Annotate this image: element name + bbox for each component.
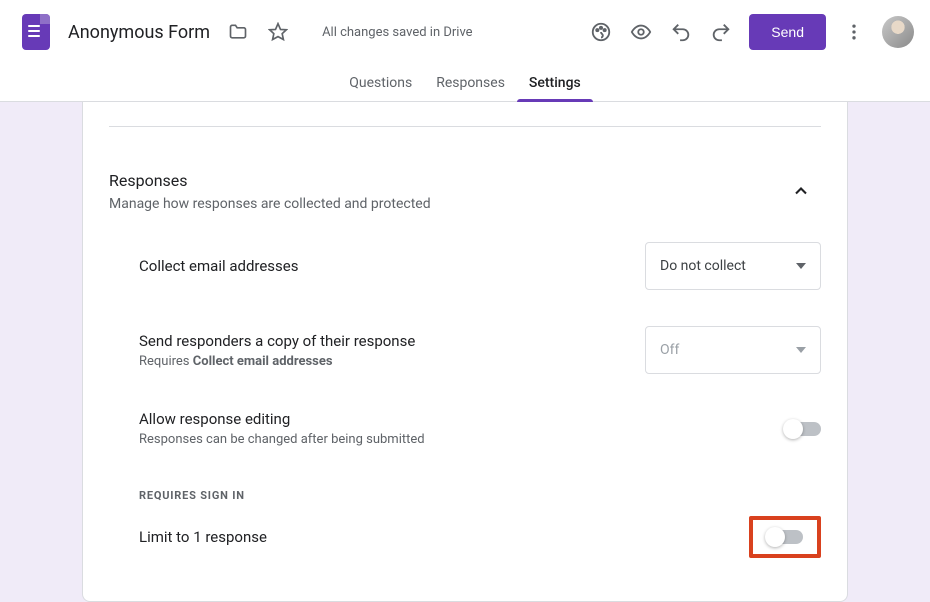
row-allow-editing: Allow response editing Responses can be …: [109, 392, 821, 465]
star-icon[interactable]: [258, 12, 298, 52]
send-button[interactable]: Send: [749, 14, 826, 50]
redo-icon[interactable]: [701, 12, 741, 52]
row-collect-email: Collect email addresses Do not collect: [109, 224, 821, 308]
forms-logo[interactable]: [16, 12, 56, 52]
tutorial-highlight-box: [749, 516, 821, 558]
send-copy-select-value: Off: [660, 342, 679, 358]
send-copy-sub-prefix: Requires: [139, 354, 193, 369]
section-desc: Manage how responses are collected and p…: [109, 196, 781, 212]
collect-email-select-value: Do not collect: [660, 258, 746, 274]
responses-section-header: Responses Manage how responses are colle…: [109, 127, 821, 224]
tab-responses[interactable]: Responses: [424, 75, 517, 101]
undo-icon[interactable]: [661, 12, 701, 52]
collect-email-label: Collect email addresses: [139, 257, 625, 275]
collect-email-select[interactable]: Do not collect: [645, 242, 821, 290]
account-avatar[interactable]: [882, 16, 914, 48]
send-copy-label: Send responders a copy of their response: [139, 332, 625, 350]
caret-down-icon: [796, 347, 806, 353]
preview-icon[interactable]: [621, 12, 661, 52]
tab-bar: Questions Responses Settings: [0, 64, 930, 102]
send-copy-sub-bold: Collect email addresses: [193, 354, 333, 369]
collapse-section-icon[interactable]: [781, 171, 821, 211]
form-title[interactable]: Anonymous Form: [68, 22, 210, 43]
allow-edit-label: Allow response editing: [139, 410, 765, 428]
allow-edit-toggle[interactable]: [785, 422, 821, 436]
send-copy-sub: Requires Collect email addresses: [139, 354, 625, 369]
tab-settings[interactable]: Settings: [517, 75, 593, 101]
row-send-copy: Send responders a copy of their response…: [109, 308, 821, 392]
send-copy-select: Off: [645, 326, 821, 374]
requires-signin-subheader: REQUIRES SIGN IN: [109, 465, 821, 502]
save-status-text: All changes saved in Drive: [322, 25, 473, 40]
limit-one-label: Limit to 1 response: [139, 528, 729, 546]
section-title: Responses: [109, 171, 781, 190]
top-toolbar: Anonymous Form All changes saved in Driv…: [0, 0, 930, 64]
settings-card: Responses Manage how responses are colle…: [82, 102, 848, 602]
limit-one-toggle[interactable]: [767, 530, 803, 544]
caret-down-icon: [796, 263, 806, 269]
allow-edit-sub: Responses can be changed after being sub…: [139, 432, 765, 447]
move-to-folder-icon[interactable]: [218, 12, 258, 52]
tab-questions[interactable]: Questions: [337, 75, 424, 101]
more-options-icon[interactable]: [834, 12, 874, 52]
canvas: Responses Manage how responses are colle…: [0, 102, 930, 602]
row-limit-one: Limit to 1 response: [109, 502, 821, 576]
customize-theme-icon[interactable]: [581, 12, 621, 52]
